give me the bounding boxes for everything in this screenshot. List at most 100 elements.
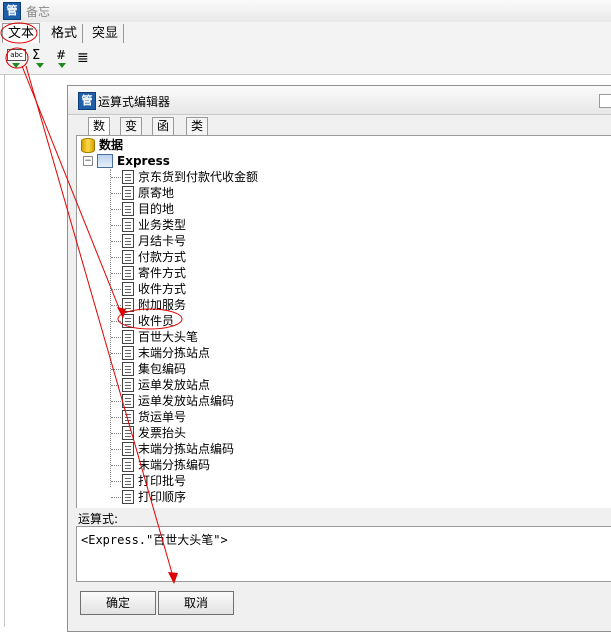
tree-root-label: 数据	[99, 138, 124, 152]
field-icon	[122, 218, 134, 232]
tree-branch-line	[111, 225, 121, 226]
dialog-title-bar: 管 运算式编辑器	[68, 86, 611, 115]
tree-branch-line	[111, 177, 121, 178]
tree-item-label: 运单发放站点	[138, 378, 211, 392]
database-icon	[81, 138, 95, 153]
tree-branch-line	[111, 337, 121, 338]
tree-item[interactable]: 百世大头笔	[77, 329, 577, 345]
tree-branch-line	[111, 481, 121, 482]
data-tree: 数据 − Express 京东货到付款代收金额 原寄地目的地业务类型 月结卡号 付款方…	[76, 135, 611, 508]
tree-branch-line	[111, 289, 121, 290]
tree-table-label: Express	[117, 154, 170, 168]
field-icon	[122, 442, 134, 456]
tree-item[interactable]: 寄件方式	[77, 265, 577, 281]
field-icon	[122, 186, 134, 200]
align-left-icon: ≣	[77, 50, 89, 66]
tree-branch-line	[111, 209, 121, 210]
tree-item-label: 集包编码	[138, 362, 187, 376]
tree-item-label: 打印顺序	[138, 490, 187, 504]
expression-input[interactable]: <Express."百世大头笔">	[76, 526, 611, 582]
tree-branch-line	[111, 321, 121, 322]
tab-classes[interactable]: 类	[186, 117, 209, 135]
field-icon	[122, 314, 134, 328]
align-button[interactable]: ≣	[74, 48, 94, 70]
tree-branch-line	[111, 193, 121, 194]
tree-item[interactable]: 打印顺序	[77, 489, 577, 505]
tree-item[interactable]: 集包编码	[77, 361, 577, 377]
cancel-button[interactable]: 取消	[158, 591, 234, 615]
tree-item[interactable]: 目的地	[77, 201, 577, 217]
tree-branch-line	[111, 401, 121, 402]
expression-label: 运算式:	[78, 512, 119, 526]
table-icon	[97, 154, 113, 168]
collapse-icon: −	[83, 156, 93, 166]
tree-item-label: 付款方式	[138, 250, 187, 264]
dropdown-arrow-icon	[12, 63, 20, 68]
sigma-icon: Σ	[32, 48, 41, 63]
summary-button[interactable]: Σ	[30, 48, 50, 70]
hash-icon: #	[56, 48, 67, 62]
ok-button[interactable]: 确定	[80, 591, 156, 615]
tree-item-label: 原寄地	[138, 186, 175, 200]
tree-item[interactable]: 末端分拣站点	[77, 345, 577, 361]
tree-branch-line	[111, 305, 121, 306]
tree-item[interactable]: 收件员	[77, 313, 577, 329]
tree-branch-line	[111, 433, 121, 434]
insert-expression-button[interactable]: abc	[6, 48, 26, 70]
tree-item-label: 收件方式	[138, 282, 187, 296]
field-icon	[122, 490, 134, 504]
field-icon	[122, 474, 134, 488]
tree-item-label: 业务类型	[138, 218, 187, 232]
tree-item[interactable]: 京东货到付款代收金额	[77, 169, 577, 185]
field-icon	[122, 346, 134, 360]
abc-text-icon: abc	[7, 49, 26, 61]
tree-item[interactable]: 打印批号	[77, 473, 577, 489]
outer-tab-bar: 文本 格式 突显	[0, 22, 611, 45]
tree-item[interactable]: 运单发放站点	[77, 377, 577, 393]
tree-branch-line	[111, 465, 121, 466]
tree-branch-line	[111, 369, 121, 370]
tree-item[interactable]: 货运单号	[77, 409, 577, 425]
field-icon	[122, 282, 134, 296]
window-title: 备忘	[26, 5, 51, 19]
tree-item-label: 百世大头笔	[138, 330, 199, 344]
tree-item[interactable]: 运单发放站点编码	[77, 393, 577, 409]
tab-functions[interactable]: 函数	[152, 117, 175, 150]
tree-item-label: 收件员	[138, 314, 175, 328]
tree-item[interactable]: 付款方式	[77, 249, 577, 265]
field-icon	[122, 378, 134, 392]
dialog-close-button[interactable]	[599, 94, 611, 108]
tree-item-label: 末端分拣站点	[138, 346, 211, 360]
tab-data[interactable]: 数据	[88, 117, 111, 150]
tree-branch-line	[111, 353, 121, 354]
tab-format[interactable]: 格式	[46, 24, 84, 43]
tree-item[interactable]: 业务类型	[77, 217, 577, 233]
tree-item[interactable]: 月结卡号	[77, 233, 577, 249]
tree-item-label: 打印批号	[138, 474, 187, 488]
tree-item-label: 货运单号	[138, 410, 187, 424]
tree-item-label: 京东货到付款代收金额	[138, 170, 259, 184]
tree-branch-line	[111, 417, 121, 418]
field-icon	[122, 234, 134, 248]
system-variable-button[interactable]: #	[52, 48, 72, 70]
tree-item-label: 目的地	[138, 202, 175, 216]
toolbar: abc Σ # ≣	[0, 44, 611, 75]
tree-item-label: 附加服务	[138, 298, 187, 312]
tree-item[interactable]: 末端分拣站点编码	[77, 441, 577, 457]
tree-item[interactable]: 原寄地	[77, 185, 577, 201]
field-icon	[122, 330, 134, 344]
dialog-app-icon: 管	[78, 92, 96, 110]
tree-branch-line	[111, 449, 121, 450]
memo-edit-area-border	[4, 74, 5, 627]
dropdown-arrow-icon	[58, 63, 66, 68]
tree-item-label: 末端分拣站点编码	[138, 442, 235, 456]
expression-editor-dialog: 管 运算式编辑器 数据 变量 函数 类 数据 − Express 京东货到付款代…	[67, 85, 611, 632]
tab-highlight[interactable]: 突显	[87, 24, 125, 43]
tree-item-label: 末端分拣编码	[138, 458, 211, 472]
tree-item[interactable]: 末端分拣编码	[77, 457, 577, 473]
tab-text[interactable]: 文本	[2, 23, 41, 43]
tree-item[interactable]: 附加服务	[77, 297, 577, 313]
tree-item[interactable]: 发票抬头	[77, 425, 577, 441]
tree-item[interactable]: 收件方式	[77, 281, 577, 297]
tab-variables[interactable]: 变量	[120, 117, 143, 150]
